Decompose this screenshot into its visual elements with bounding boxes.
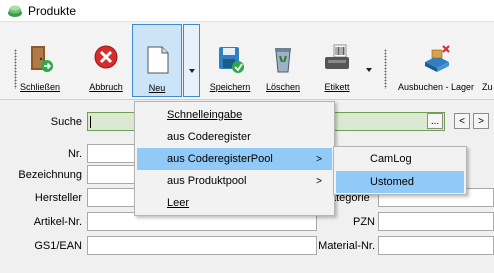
- book-out-stock-label: Ausbuchen - Lager: [397, 82, 475, 92]
- recycle-bin-icon: [275, 48, 291, 73]
- door-exit-icon: [31, 46, 53, 72]
- next-record-button[interactable]: >: [473, 113, 489, 129]
- menu-item-empty[interactable]: Leer: [137, 192, 332, 214]
- window-title: Produkte: [28, 3, 77, 18]
- menu-item-label: aus CoderegisterPool: [167, 153, 273, 165]
- previous-record-button[interactable]: <: [454, 113, 470, 129]
- submenu-item-label: Ustomed: [370, 176, 415, 188]
- close-label: Schließen: [20, 82, 61, 92]
- article-number-label: Artikel-Nr.: [33, 216, 82, 228]
- menu-item-from-code-register-pool[interactable]: aus CoderegisterPool >: [137, 148, 332, 170]
- pzn-label: PZN: [353, 216, 375, 228]
- submenu-item-ustomed[interactable]: Ustomed: [336, 171, 464, 193]
- menu-item-quick-entry[interactable]: Schnelleingabe: [137, 104, 332, 126]
- designation-label: Bezeichnung: [18, 169, 82, 181]
- label-label: Etikett: [324, 82, 350, 92]
- material-number-field[interactable]: [378, 236, 494, 255]
- submenu-item-camlog[interactable]: CamLog: [336, 148, 464, 170]
- submenu-arrow-icon: >: [316, 153, 322, 165]
- new-document-icon: [147, 46, 169, 74]
- app-icon: [8, 5, 22, 17]
- stock-out-icon: [425, 45, 450, 72]
- delete-button[interactable]: Löschen: [258, 24, 308, 97]
- menu-item-from-product-pool[interactable]: aus Produktpool >: [137, 170, 332, 192]
- title-bar: Produkte: [0, 0, 494, 22]
- toolbar: Schließen Abbruch Neu Speichern Löschen …: [0, 23, 494, 100]
- menu-item-label: aus Coderegister: [167, 131, 251, 143]
- save-label: Speichern: [209, 82, 251, 92]
- nr-label: Nr.: [67, 148, 82, 160]
- chevron-down-icon: [366, 68, 372, 72]
- search-label: Suche: [50, 116, 82, 128]
- cancel-button[interactable]: Abbruch: [86, 24, 126, 97]
- label-dropdown-toggle[interactable]: [364, 24, 376, 97]
- toolbar-grip[interactable]: [384, 49, 387, 89]
- new-button[interactable]: Neu: [132, 24, 182, 97]
- toolbar-grip[interactable]: [14, 49, 17, 89]
- manufacturer-label: Hersteller: [34, 192, 82, 204]
- text-caret: [90, 116, 91, 128]
- submenu-arrow-icon: >: [316, 175, 322, 187]
- menu-item-from-code-register[interactable]: aus Coderegister: [137, 126, 332, 148]
- delete-label: Löschen: [265, 82, 301, 92]
- code-register-pool-submenu: CamLog Ustomed: [333, 146, 467, 195]
- new-dropdown-toggle[interactable]: [183, 24, 200, 97]
- label-printer-icon: [325, 44, 349, 69]
- close-button[interactable]: Schließen: [20, 24, 60, 97]
- menu-item-label: Leer: [167, 197, 190, 209]
- gs1-ean-label: GS1/EAN: [34, 240, 82, 252]
- menu-item-label: Schnelleingabe: [167, 109, 243, 121]
- pzn-field[interactable]: [378, 212, 494, 231]
- browse-button[interactable]: ...: [427, 113, 443, 129]
- new-label: Neu: [148, 83, 166, 93]
- chevron-down-icon: [189, 69, 195, 73]
- cancel-label: Abbruch: [89, 82, 123, 92]
- cancel-icon: [94, 45, 118, 69]
- label-button[interactable]: Etikett: [312, 24, 362, 97]
- save-button[interactable]: Speichern: [205, 24, 255, 97]
- new-dropdown-menu: Schnelleingabe aus Coderegister aus Code…: [134, 101, 335, 216]
- truncated-button-label[interactable]: Zu: [482, 82, 493, 92]
- gs1-ean-field[interactable]: [87, 236, 317, 255]
- submenu-item-label: CamLog: [370, 153, 412, 165]
- menu-item-label: aus Produktpool: [167, 175, 247, 187]
- save-icon: [219, 47, 244, 73]
- book-out-stock-button[interactable]: Ausbuchen - Lager: [396, 24, 476, 97]
- material-number-label: Material-Nr.: [318, 240, 375, 252]
